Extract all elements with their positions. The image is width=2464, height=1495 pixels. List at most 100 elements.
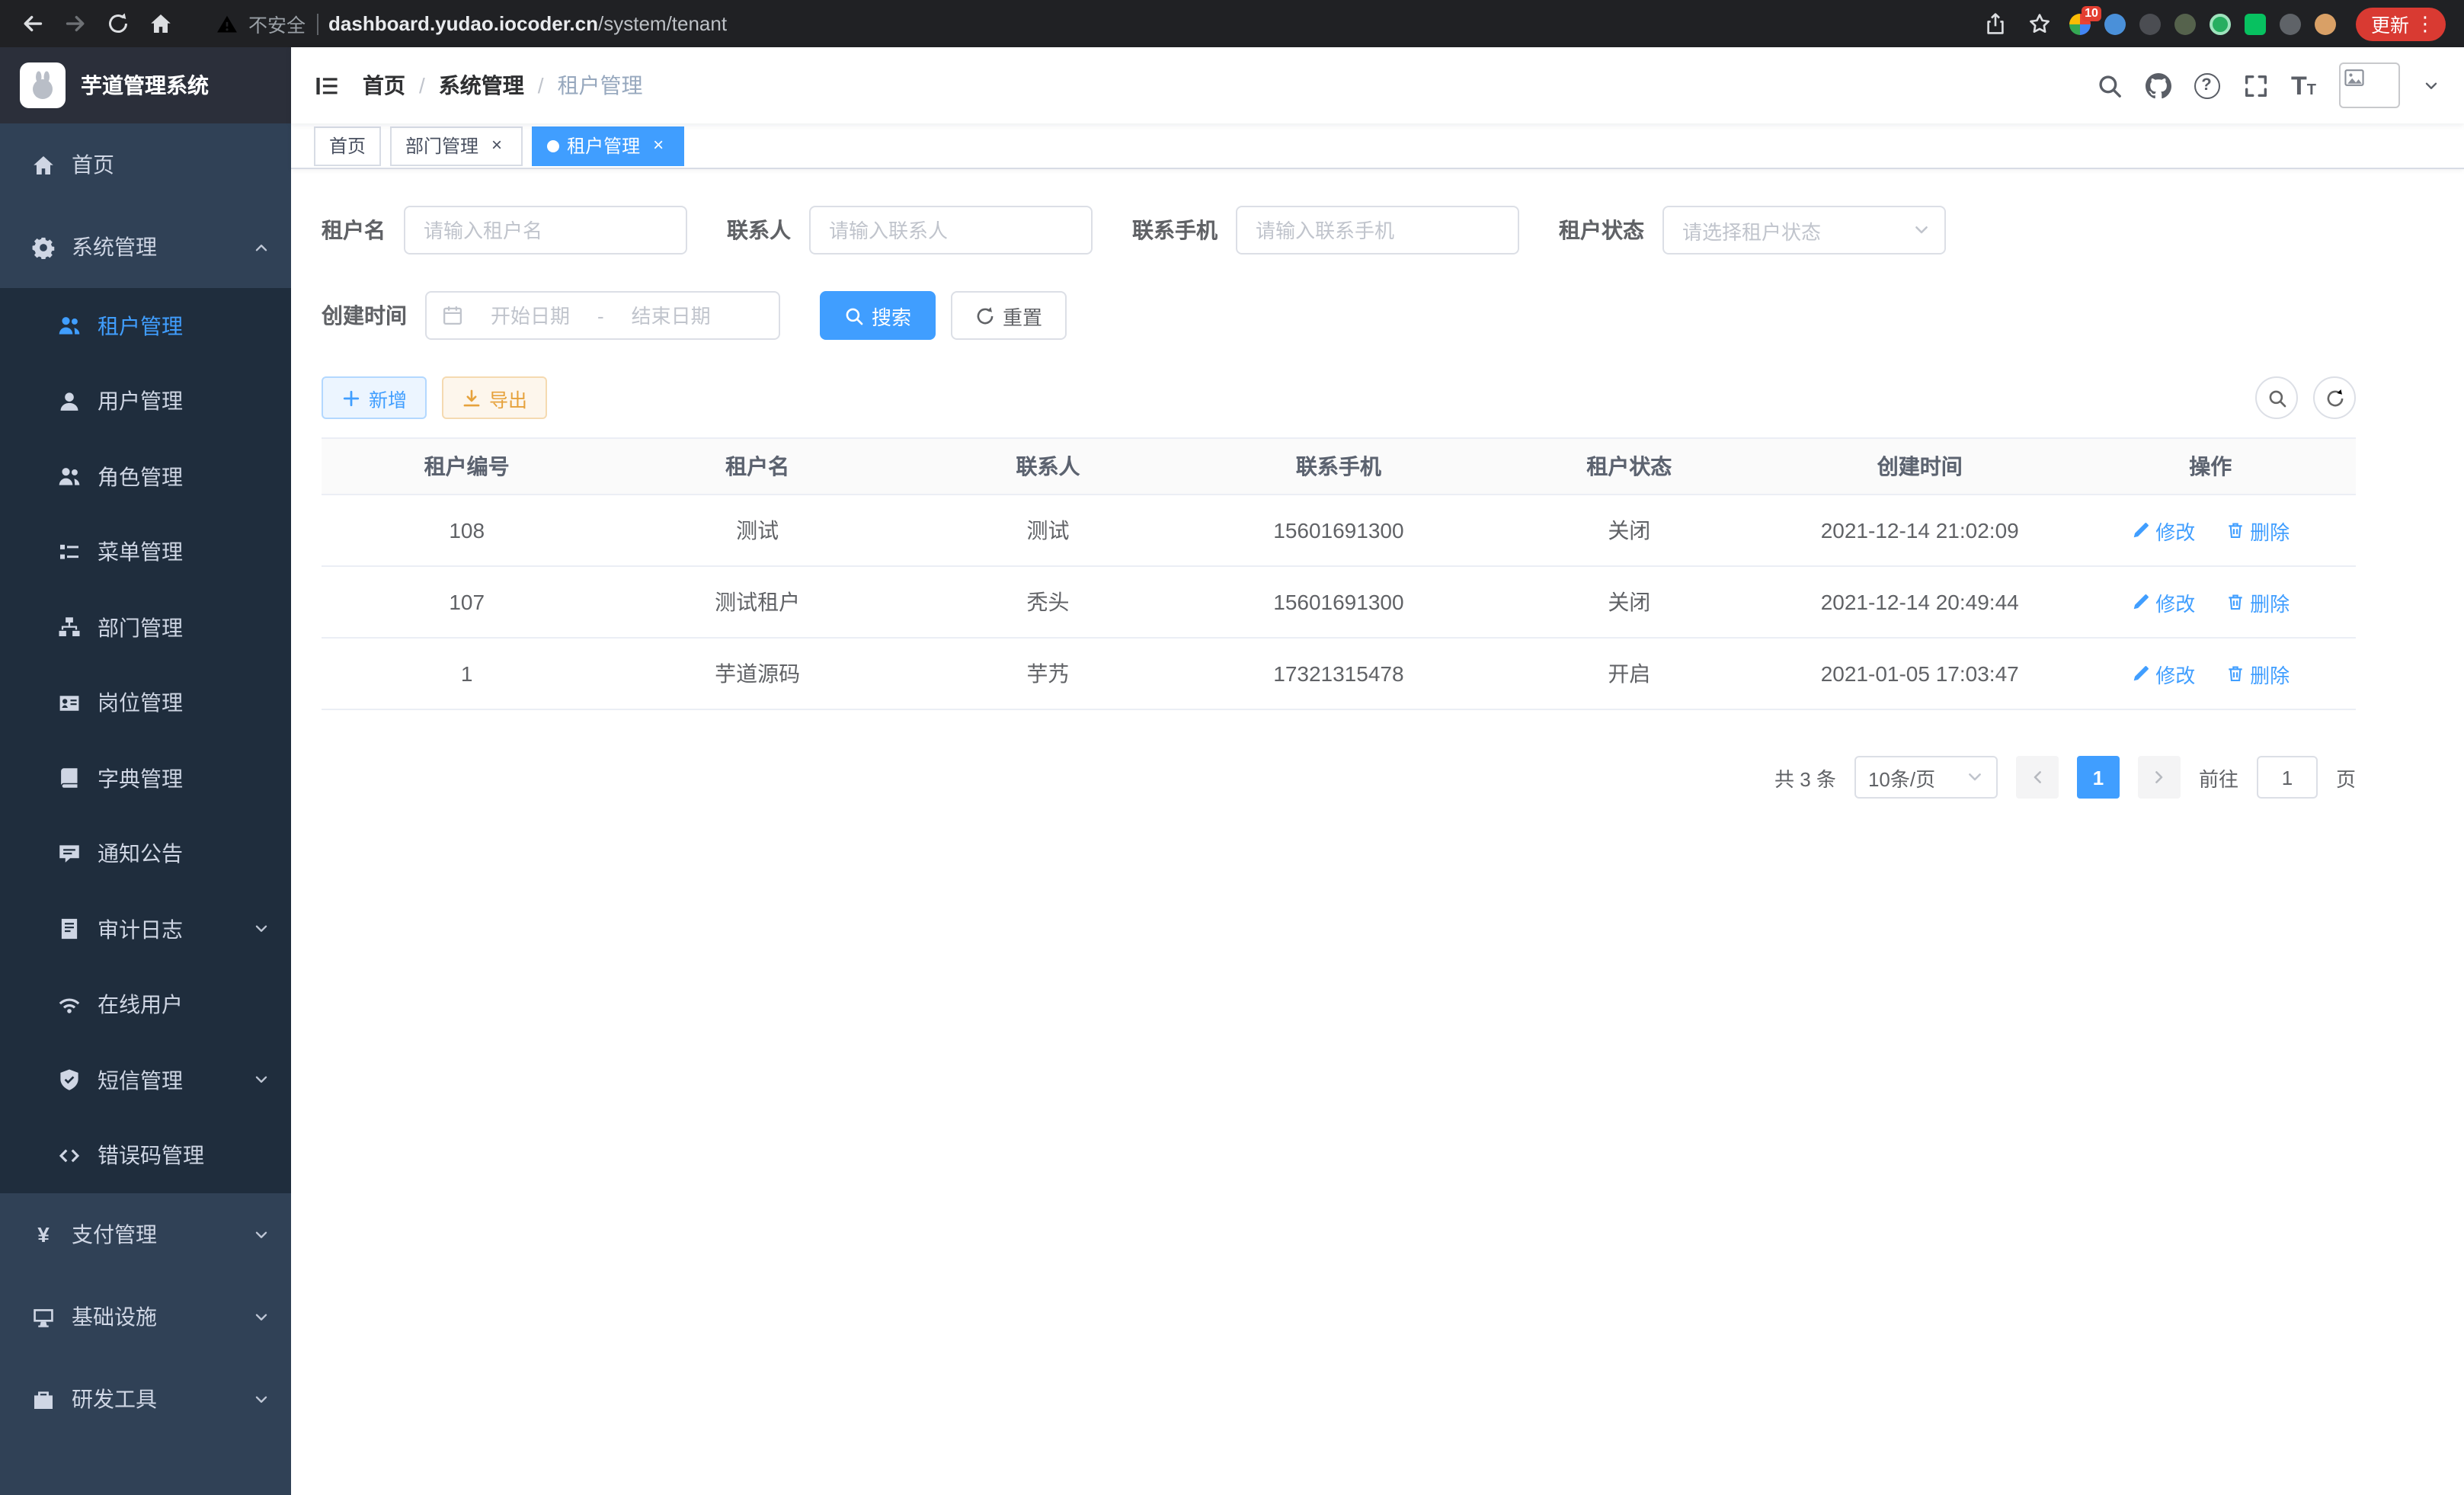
search-icon[interactable] bbox=[2096, 72, 2122, 98]
kebab-menu-icon[interactable]: ⋮ bbox=[2415, 14, 2435, 34]
tag-home[interactable]: 首页 bbox=[314, 126, 381, 165]
toggle-search-button[interactable] bbox=[2255, 376, 2298, 419]
department-icon bbox=[58, 616, 81, 639]
sidebar-item-devtools[interactable]: 研发工具 bbox=[0, 1358, 291, 1440]
prev-page-button[interactable] bbox=[2016, 756, 2059, 799]
filter-tenant-name: 租户名 bbox=[322, 206, 687, 255]
bookmark-star-icon[interactable] bbox=[2025, 8, 2056, 39]
sidebar-item-notice[interactable]: 通知公告 bbox=[0, 816, 291, 892]
edit-button[interactable]: 修改 bbox=[2131, 587, 2195, 616]
contact-input[interactable] bbox=[809, 206, 1093, 255]
app-logo[interactable]: 芋道管理系统 bbox=[0, 47, 291, 123]
end-date-input[interactable] bbox=[613, 304, 729, 327]
tag-department[interactable]: 部门管理 × bbox=[390, 126, 523, 165]
tenant-table: 租户编号 租户名 联系人 联系手机 租户状态 创建时间 操作 108 测试 bbox=[322, 437, 2356, 710]
search-button[interactable]: 搜索 bbox=[820, 291, 936, 340]
online-user-icon bbox=[58, 994, 81, 1016]
chevron-down-icon bbox=[1912, 221, 1931, 239]
help-icon[interactable]: ? bbox=[2194, 72, 2219, 98]
extension-icon[interactable] bbox=[2104, 13, 2126, 34]
sidebar-item-payment-management[interactable]: ¥ 支付管理 bbox=[0, 1193, 291, 1276]
payment-icon: ¥ bbox=[32, 1223, 55, 1246]
address-bar[interactable]: 不安全 dashboard.yudao.iocoder.cn/system/te… bbox=[183, 9, 1978, 38]
goto-page-input[interactable] bbox=[2257, 756, 2318, 799]
breadcrumb-home[interactable]: 首页 bbox=[363, 70, 405, 101]
phone-label: 联系手机 bbox=[1132, 215, 1236, 245]
refresh-table-button[interactable] bbox=[2313, 376, 2356, 419]
create-time-label: 创建时间 bbox=[322, 300, 425, 331]
create-time-range[interactable]: - bbox=[425, 291, 780, 340]
chevron-down-icon bbox=[253, 1226, 270, 1243]
tag-tenant[interactable]: 租户管理 × bbox=[532, 126, 684, 165]
dictionary-icon bbox=[58, 767, 81, 790]
browser-home-button[interactable] bbox=[140, 4, 180, 43]
browser-update-button[interactable]: 更新 ⋮ bbox=[2356, 7, 2446, 40]
page-1-button[interactable]: 1 bbox=[2077, 756, 2120, 799]
sidebar-toggle-button[interactable] bbox=[291, 72, 363, 98]
export-button[interactable]: 导出 bbox=[442, 376, 547, 419]
url-text: dashboard.yudao.iocoder.cn/system/tenant bbox=[328, 12, 727, 35]
chevron-up-icon bbox=[253, 238, 270, 255]
cell-created: 2021-12-14 21:02:09 bbox=[1774, 495, 2065, 566]
add-button[interactable]: 新增 bbox=[322, 376, 427, 419]
sidebar-item-sms-management[interactable]: 短信管理 bbox=[0, 1042, 291, 1118]
extension-icon[interactable] bbox=[2174, 13, 2196, 34]
chevron-down-icon bbox=[253, 1072, 270, 1089]
sidebar-item-department-management[interactable]: 部门管理 bbox=[0, 590, 291, 665]
sidebar-item-error-code-management[interactable]: 错误码管理 bbox=[0, 1118, 291, 1193]
browser-reload-button[interactable] bbox=[98, 4, 137, 43]
sidebar-item-system-management[interactable]: 系统管理 bbox=[0, 206, 291, 288]
sidebar-item-label: 研发工具 bbox=[72, 1384, 236, 1414]
delete-button[interactable]: 删除 bbox=[2226, 587, 2290, 616]
sidebar-item-user-management[interactable]: 用户管理 bbox=[0, 363, 291, 439]
cell-contact: 测试 bbox=[903, 495, 1193, 566]
delete-button[interactable]: 删除 bbox=[2226, 516, 2290, 545]
search-form-row-1: 租户名 联系人 联系手机 租户状态 请选择租户状态 bbox=[322, 206, 2356, 255]
delete-button[interactable]: 删除 bbox=[2226, 659, 2290, 688]
extension-icon[interactable] bbox=[2315, 13, 2336, 34]
cell-status: 关闭 bbox=[1484, 495, 1774, 566]
share-icon[interactable] bbox=[1981, 8, 2011, 39]
chevron-down-icon[interactable] bbox=[2423, 77, 2440, 94]
filter-create-time: 创建时间 - bbox=[322, 291, 780, 340]
update-label: 更新 bbox=[2371, 9, 2409, 38]
extension-icon[interactable] bbox=[2245, 13, 2266, 34]
browser-back-button[interactable] bbox=[12, 4, 52, 43]
fullscreen-icon[interactable] bbox=[2242, 72, 2268, 98]
edit-button[interactable]: 修改 bbox=[2131, 516, 2195, 545]
sidebar-item-audit-log[interactable]: 审计日志 bbox=[0, 892, 291, 967]
edit-icon bbox=[2131, 593, 2149, 611]
sidebar-item-tenant-management[interactable]: 租户管理 bbox=[0, 288, 291, 363]
sidebar-item-infrastructure[interactable]: 基础设施 bbox=[0, 1276, 291, 1358]
user-avatar[interactable] bbox=[2339, 62, 2400, 108]
edit-button[interactable]: 修改 bbox=[2131, 659, 2195, 688]
reset-button[interactable]: 重置 bbox=[951, 291, 1067, 340]
sidebar-item-home[interactable]: 首页 bbox=[0, 123, 291, 206]
sidebar-item-menu-management[interactable]: 菜单管理 bbox=[0, 514, 291, 590]
breadcrumb-system[interactable]: 系统管理 bbox=[439, 70, 524, 101]
start-date-input[interactable] bbox=[472, 304, 588, 327]
github-icon[interactable] bbox=[2145, 72, 2171, 98]
font-size-icon[interactable]: TT bbox=[2291, 72, 2316, 98]
tag-label: 租户管理 bbox=[567, 133, 640, 158]
sidebar-item-role-management[interactable]: 角色管理 bbox=[0, 439, 291, 514]
browser-forward-button[interactable] bbox=[55, 4, 94, 43]
close-icon[interactable]: × bbox=[486, 135, 507, 156]
extension-icon[interactable] bbox=[2210, 13, 2231, 34]
extension-icon[interactable] bbox=[2139, 13, 2161, 34]
page-size-select[interactable]: 10条/页 bbox=[1854, 756, 1998, 799]
close-icon[interactable]: × bbox=[648, 135, 669, 156]
sidebar-item-online-users[interactable]: 在线用户 bbox=[0, 967, 291, 1042]
status-select[interactable]: 请选择租户状态 bbox=[1662, 206, 1946, 255]
cell-phone: 17321315478 bbox=[1193, 638, 1483, 709]
sidebar-item-post-management[interactable]: 岗位管理 bbox=[0, 665, 291, 741]
security-label: 不安全 bbox=[248, 9, 306, 38]
extension-icon[interactable] bbox=[2280, 13, 2301, 34]
extensions-icon[interactable]: 10 bbox=[2069, 13, 2091, 34]
sidebar-item-dictionary-management[interactable]: 字典管理 bbox=[0, 741, 291, 816]
cell-phone: 15601691300 bbox=[1193, 495, 1483, 566]
tenant-name-input[interactable] bbox=[404, 206, 687, 255]
next-page-button[interactable] bbox=[2138, 756, 2181, 799]
delete-label: 删除 bbox=[2250, 659, 2290, 688]
phone-input[interactable] bbox=[1236, 206, 1519, 255]
